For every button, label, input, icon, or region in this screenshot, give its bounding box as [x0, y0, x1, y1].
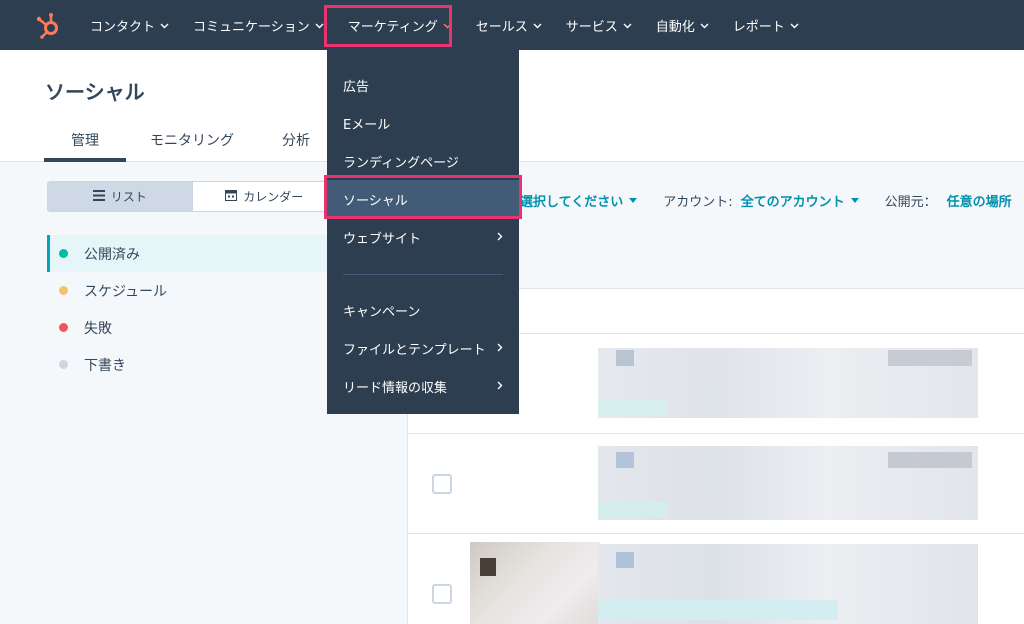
publisher-filter-dropdown[interactable]: 任意の場所: [947, 191, 1012, 210]
account-filter-dropdown[interactable]: 全てのアカウント: [741, 191, 845, 210]
page-title: ソーシャル: [45, 80, 145, 104]
tab-analytics[interactable]: 分析: [258, 120, 334, 162]
chevron-down-icon: [160, 18, 169, 33]
tab-monitoring[interactable]: モニタリング: [126, 120, 258, 162]
menu-item-ads[interactable]: 広告: [327, 66, 519, 104]
menu-item-campaigns[interactable]: キャンペーン: [327, 291, 519, 329]
nav-item-sales[interactable]: セールス: [464, 0, 554, 50]
menu-item-website[interactable]: ウェブサイト: [327, 218, 519, 256]
blurred-post-content: [616, 452, 634, 468]
chevron-down-icon: [790, 18, 799, 33]
tab-label: モニタリング: [150, 133, 234, 149]
blurred-post-content: [616, 350, 634, 366]
filter-bar: 選択してください アカウント: 全てのアカウント 公開元： 任意の場所: [520, 190, 1012, 210]
menu-item-social[interactable]: ソーシャル: [327, 180, 519, 218]
menu-item-label: 広告: [343, 79, 370, 95]
calendar-view-button[interactable]: カレンダー: [193, 182, 337, 211]
status-label: スケジュール: [84, 283, 168, 300]
tab-label: 分析: [282, 133, 310, 149]
nav-item-label: 自動化: [655, 19, 695, 35]
list-icon: [92, 189, 105, 204]
status-filter-list: 公開済み スケジュール 失敗 下書き: [47, 235, 337, 383]
hubspot-logo-icon[interactable]: [24, 0, 72, 50]
menu-item-label: キャンペーン: [343, 304, 421, 320]
menu-item-lead-capture[interactable]: リード情報の収集: [327, 367, 519, 405]
status-item-draft[interactable]: 下書き: [47, 346, 337, 383]
status-item-published[interactable]: 公開済み: [47, 235, 337, 272]
chevron-right-icon: [497, 230, 503, 245]
menu-item-label: ウェブサイト: [343, 231, 422, 247]
menu-item-label: Eメール: [343, 117, 391, 133]
nav-item-service[interactable]: サービス: [554, 0, 644, 50]
nav-item-label: コミュニケーション: [193, 19, 310, 35]
caret-down-icon: [629, 197, 638, 203]
status-item-failed[interactable]: 失敗: [47, 309, 337, 346]
account-filter-label: アカウント:: [663, 194, 733, 210]
nav-item-reports[interactable]: レポート: [721, 0, 811, 50]
marketing-dropdown-menu: 広告 Eメール ランディングページ ソーシャル ウェブサイト キャンペーン ファ…: [327, 50, 519, 414]
nav-item-label: コンタクト: [90, 19, 156, 35]
nav-item-marketing[interactable]: マーケティング: [336, 0, 464, 50]
chevron-right-icon: [497, 379, 503, 394]
status-dot: [59, 249, 68, 258]
chevron-down-icon: [623, 18, 632, 33]
tab-bar: 管理 モニタリング 分析: [44, 120, 334, 162]
type-filter-dropdown[interactable]: 選択してください: [520, 191, 623, 210]
nav-item-label: マーケティング: [347, 19, 438, 35]
nav-menu: コンタクト コミュニケーション マーケティング セールス サービス 自動化 レポ…: [78, 0, 811, 50]
top-navigation: コンタクト コミュニケーション マーケティング セールス サービス 自動化 レポ…: [0, 0, 1024, 50]
row-checkbox[interactable]: [432, 474, 452, 494]
list-view-button[interactable]: リスト: [48, 182, 193, 211]
menu-item-label: ソーシャル: [343, 193, 408, 209]
menu-item-label: ランディングページ: [343, 155, 459, 171]
list-view-label: リスト: [110, 190, 147, 204]
menu-item-label: リード情報の収集: [343, 380, 448, 396]
blurred-post-content: [598, 502, 668, 518]
chevron-right-icon: [497, 341, 503, 356]
calendar-icon: [225, 189, 238, 204]
table-row[interactable]: [408, 533, 1024, 624]
publisher-filter-label: 公開元：: [884, 194, 937, 210]
tab-label: 管理: [71, 133, 99, 149]
status-dot: [59, 323, 68, 332]
menu-item-files-templates[interactable]: ファイルとテンプレート: [327, 329, 519, 367]
caret-down-icon: [850, 197, 859, 203]
blurred-post-content: [598, 600, 838, 620]
nav-item-contacts[interactable]: コンタクト: [78, 0, 181, 50]
status-item-scheduled[interactable]: スケジュール: [47, 272, 337, 309]
chevron-down-icon: [315, 18, 324, 33]
status-dot: [59, 286, 68, 295]
calendar-view-label: カレンダー: [243, 190, 304, 204]
blurred-post-content: [888, 350, 972, 366]
nav-item-label: レポート: [732, 19, 785, 35]
menu-item-landing-pages[interactable]: ランディングページ: [327, 142, 519, 180]
chevron-down-icon: [700, 18, 709, 33]
menu-item-email[interactable]: Eメール: [327, 104, 519, 142]
blurred-thumbnail: [480, 558, 496, 576]
view-toggle: リスト カレンダー: [47, 181, 337, 212]
blurred-post-content: [598, 400, 668, 416]
blurred-post-content: [616, 552, 634, 568]
tab-manage[interactable]: 管理: [44, 120, 126, 162]
status-label: 公開済み: [84, 246, 140, 263]
blurred-thumbnail: [470, 542, 600, 624]
menu-divider: [343, 274, 503, 275]
chevron-down-icon: [443, 18, 452, 33]
nav-item-automation[interactable]: 自動化: [644, 0, 721, 50]
status-label: 失敗: [84, 320, 112, 337]
status-label: 下書き: [84, 357, 126, 374]
row-checkbox[interactable]: [432, 584, 452, 604]
table-row[interactable]: [408, 433, 1024, 533]
nav-item-label: セールス: [475, 19, 528, 35]
chevron-down-icon: [533, 18, 542, 33]
status-dot: [59, 360, 68, 369]
nav-item-conversations[interactable]: コミュニケーション: [181, 0, 336, 50]
blurred-post-content: [888, 452, 972, 468]
nav-item-label: サービス: [565, 19, 618, 35]
menu-item-label: ファイルとテンプレート: [343, 342, 486, 358]
